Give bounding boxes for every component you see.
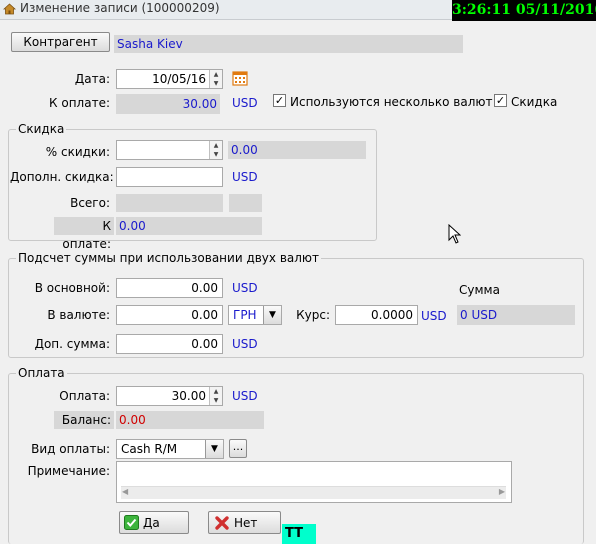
- ok-button[interactable]: Да: [119, 511, 189, 534]
- browse-button-label: ...: [232, 440, 244, 453]
- base-amount-currency: USD: [232, 281, 258, 295]
- base-amount-input[interactable]: 0.00: [116, 278, 223, 298]
- extra-amount-input[interactable]: 0.00: [116, 334, 223, 354]
- check-icon: [124, 515, 139, 530]
- currency-amount-input[interactable]: 0.00: [116, 305, 223, 325]
- extra-discount-label: Дополн. скидка:: [10, 170, 114, 184]
- note-label: Примечание:: [27, 464, 110, 478]
- scroll-right-icon[interactable]: ▶: [499, 487, 505, 496]
- total-value: [116, 194, 223, 212]
- payment-input[interactable]: 30.00: [116, 386, 223, 406]
- multi-currency-checkbox[interactable]: ✓: [273, 94, 286, 107]
- home-icon: [3, 3, 16, 15]
- extra-amount-label: Доп. сумма:: [34, 337, 110, 351]
- date-input[interactable]: 10/05/16: [116, 69, 223, 89]
- total-extra-value: [229, 194, 262, 212]
- two-currency-legend: Подсчет суммы при использовании двух вал…: [16, 251, 322, 265]
- discount-percent-result: 0.00: [228, 141, 366, 159]
- discount-percent-label: % скидки:: [45, 145, 110, 159]
- rate-input[interactable]: 0.0000: [335, 305, 418, 325]
- payment-type-label: Вид оплаты:: [31, 442, 110, 456]
- to-pay-label: К оплате:: [49, 96, 110, 110]
- close-icon: [215, 516, 229, 530]
- rate-label: Курс:: [296, 308, 330, 322]
- balance-label: Баланс:: [54, 411, 114, 429]
- payment-type-browse-button[interactable]: ...: [229, 439, 247, 458]
- date-label: Дата:: [74, 72, 110, 86]
- multi-currency-label: Используются несколько валют: [290, 95, 493, 109]
- cancel-button-label: Нет: [234, 516, 258, 530]
- payment-type-value: Cash R/M: [121, 442, 178, 456]
- payment-spinner[interactable]: ▲ ▼: [209, 387, 222, 405]
- to-pay-value: 30.00: [116, 94, 220, 114]
- counterparty-button-label: Контрагент: [23, 35, 98, 49]
- counterparty-value: Sasha Kiev: [114, 35, 463, 53]
- ok-button-label: Да: [143, 516, 160, 530]
- currency-amount-label: В валюте:: [47, 308, 110, 322]
- discount-to-pay-label: К оплате:: [54, 217, 114, 251]
- balance-value: 0.00: [116, 411, 264, 429]
- cancel-button[interactable]: Нет: [208, 511, 281, 534]
- note-scrollbar[interactable]: ◀ ▶: [121, 486, 506, 499]
- payment-type-dropdown-icon[interactable]: ▼: [205, 440, 223, 458]
- discount-percent-spinner[interactable]: ▲ ▼: [209, 141, 222, 159]
- date-spinner[interactable]: ▲ ▼: [209, 70, 222, 88]
- currency-select-dropdown-icon[interactable]: ▼: [263, 306, 281, 324]
- mouse-cursor-icon: [448, 224, 461, 244]
- extra-amount-currency: USD: [232, 337, 258, 351]
- discount-to-pay-value: 0.00: [116, 217, 262, 235]
- extra-discount-currency: USD: [232, 170, 258, 184]
- extra-discount-input[interactable]: [116, 167, 223, 187]
- sum-value: 0 USD: [457, 305, 575, 325]
- window-title: Изменение записи (100000209): [20, 1, 220, 15]
- counterparty-button[interactable]: Контрагент: [11, 32, 110, 52]
- discount-percent-input[interactable]: [116, 140, 223, 160]
- payment-label: Оплата:: [59, 389, 110, 403]
- discount-legend: Скидка: [16, 122, 67, 136]
- discount-checkbox[interactable]: ✓: [494, 94, 507, 107]
- currency-select-value: ГРН: [233, 308, 257, 322]
- sum-label: Сумма: [459, 283, 500, 297]
- base-amount-label: В основной:: [34, 281, 110, 295]
- tt-badge: TT: [282, 524, 316, 544]
- rate-currency: USD: [421, 309, 447, 323]
- discount-checkbox-label: Скидка: [511, 95, 558, 109]
- payment-legend: Оплата: [16, 366, 67, 380]
- to-pay-currency: USD: [232, 96, 258, 110]
- payment-currency: USD: [232, 389, 258, 403]
- scroll-left-icon[interactable]: ◀: [122, 487, 128, 496]
- calendar-icon[interactable]: [232, 70, 248, 86]
- clock-display: 3:26:11 05/11/2016: [452, 0, 596, 21]
- total-label: Всего:: [70, 196, 110, 210]
